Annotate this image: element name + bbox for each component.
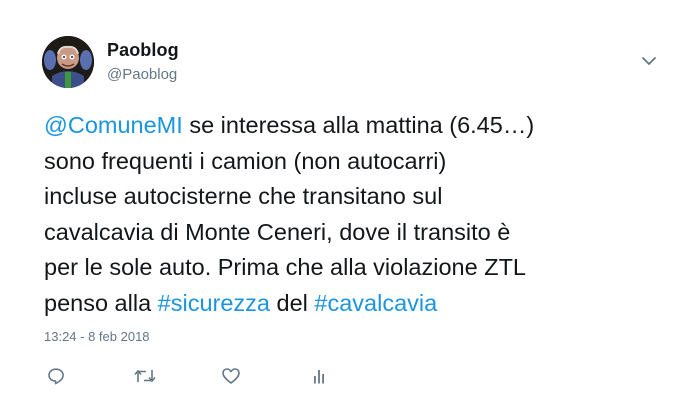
tweet-text-segment: del xyxy=(270,289,315,316)
tweet-text-segment: per le sole auto. Prima che alla violazi… xyxy=(44,254,526,280)
like-icon[interactable] xyxy=(219,365,243,387)
tweet-text-segment: penso alla xyxy=(44,289,158,316)
tweet-text-segment: se interessa alla mattina (6.45…) xyxy=(182,112,535,138)
tweet-text-line: sono frequenti i camion (non autocarri) xyxy=(44,144,674,180)
reply-icon[interactable] xyxy=(44,365,68,387)
avatar[interactable] xyxy=(42,36,94,88)
tweet-text-line: cavalcavia di Monte Ceneri, dove il tran… xyxy=(44,215,674,251)
tweet-text-line: per le sole auto. Prima che alla violazi… xyxy=(44,250,674,286)
tweet-card: Paoblog @Paoblog @ComuneMI se interessa … xyxy=(0,0,698,404)
tweet-text-segment: cavalcavia di Monte Ceneri, dove il tran… xyxy=(44,218,511,245)
avatar-image xyxy=(42,36,94,88)
user-handle[interactable]: @Paoblog xyxy=(107,66,177,83)
hashtag-link[interactable]: #cavalcavia xyxy=(314,290,437,316)
tweet-text-line: @ComuneMI se interessa alla mattina (6.4… xyxy=(44,108,674,144)
tweet-text-line: incluse autocisterne che transitano sul xyxy=(44,179,674,215)
tweet-text-line: penso alla #sicurezza del #cavalcavia xyxy=(44,286,674,322)
hashtag-link[interactable]: #sicurezza xyxy=(158,290,270,316)
analytics-icon[interactable] xyxy=(307,365,331,387)
tweet-text: @ComuneMI se interessa alla mattina (6.4… xyxy=(44,108,674,321)
tweet-text-segment: sono frequenti i camion (non autocarri) xyxy=(44,147,447,174)
retweet-icon[interactable] xyxy=(131,365,159,387)
mention-link[interactable]: @ComuneMI xyxy=(44,112,183,138)
tweet-timestamp[interactable]: 13:24 - 8 feb 2018 xyxy=(44,329,150,344)
tweet-text-segment: incluse autocisterne che transitano sul xyxy=(44,183,443,209)
chevron-down-icon[interactable] xyxy=(640,54,658,68)
display-name[interactable]: Paoblog xyxy=(107,40,179,61)
